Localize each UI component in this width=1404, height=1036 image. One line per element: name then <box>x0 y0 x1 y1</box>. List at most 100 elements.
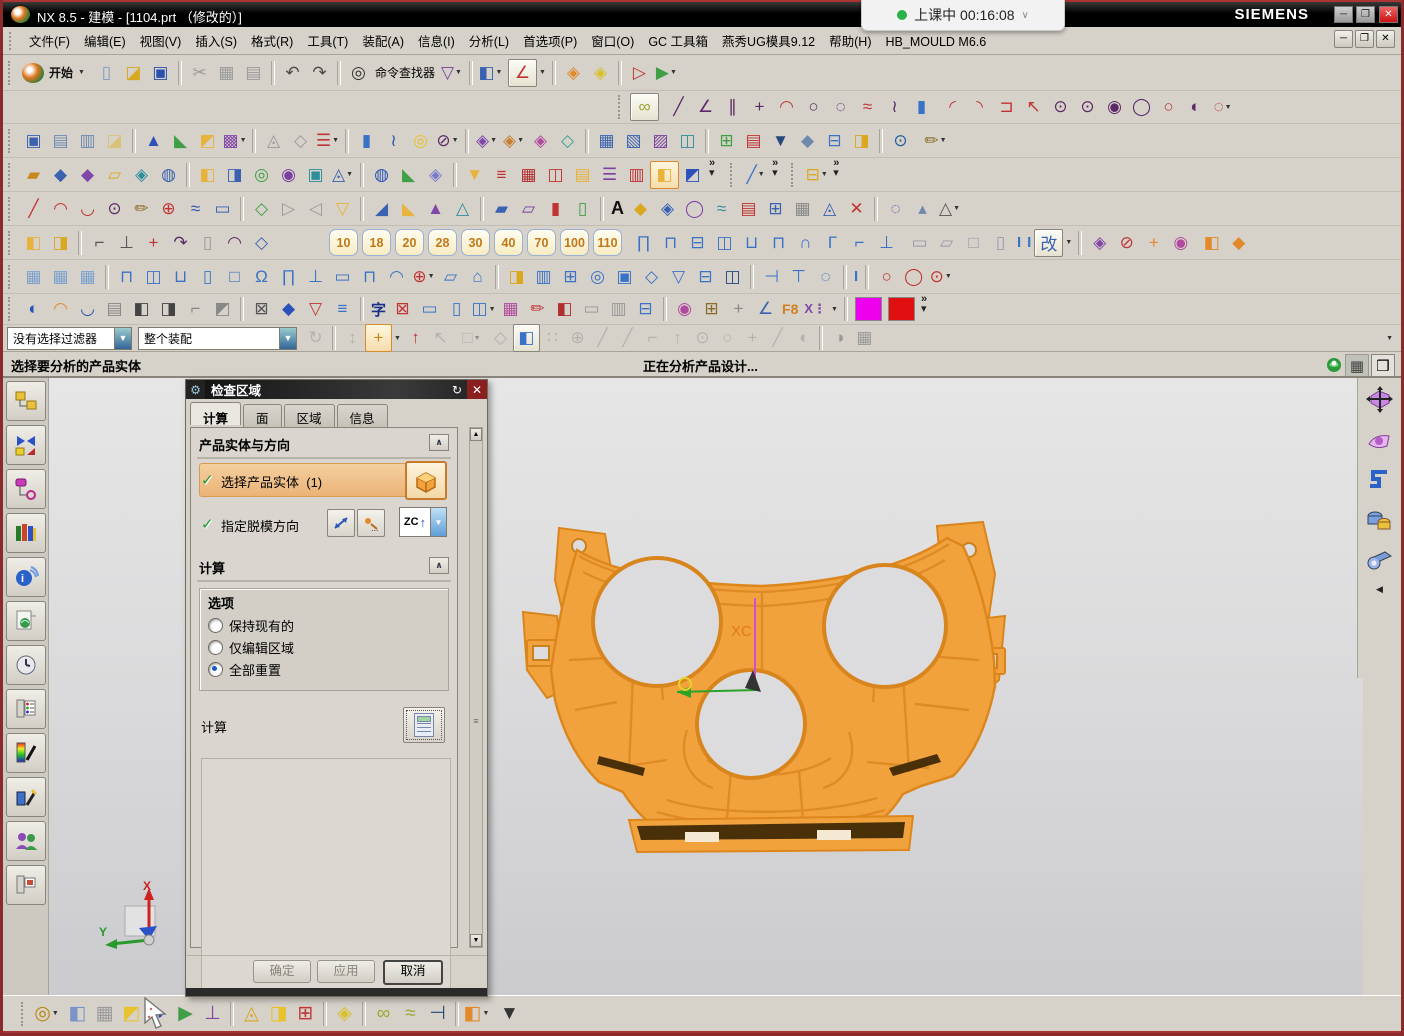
size-button-30[interactable]: 30 <box>461 229 490 256</box>
materials-palette-icon[interactable] <box>6 733 46 773</box>
tool-icon[interactable]: 改 <box>1034 229 1063 257</box>
tool-icon[interactable]: ◪ <box>120 60 147 86</box>
tool-icon[interactable]: ⊞ <box>698 296 725 322</box>
tool-icon[interactable]: ⌐ <box>86 230 113 256</box>
tool-icon[interactable]: ◣ <box>395 162 422 188</box>
close-button[interactable]: ✕ <box>1379 6 1398 23</box>
tool-icon[interactable]: ◫ <box>711 230 738 256</box>
toolbar-drag-grip[interactable] <box>21 1002 28 1026</box>
tool-icon[interactable]: ◫▼ <box>470 296 497 322</box>
tool-icon[interactable]: ◧▼ <box>477 60 504 86</box>
tool-label-X⋮[interactable]: X⋮ <box>801 296 829 322</box>
tool-icon[interactable]: ▯ <box>443 296 470 322</box>
tool-label-F8[interactable]: F8 <box>779 296 801 322</box>
tool-icon[interactable]: ◈ <box>527 128 554 154</box>
tool-icon[interactable]: ⊥ <box>199 1001 226 1027</box>
tool-icon[interactable]: ⊥ <box>873 230 900 256</box>
chevron-down-icon[interactable]: ∨ <box>1022 10 1029 21</box>
tool-icon[interactable]: ◢ <box>368 196 395 222</box>
tool-icon[interactable]: ⊓ <box>657 230 684 256</box>
combo-arrow-icon[interactable]: ▼ <box>114 328 131 349</box>
tool-icon[interactable]: ▽ <box>665 264 692 290</box>
tool-icon[interactable]: ◨ <box>221 162 248 188</box>
radio-option-全部重置[interactable]: 全部重置 <box>208 660 440 679</box>
tool-icon[interactable]: ⊙ <box>1074 94 1101 120</box>
tool-icon[interactable]: ∏ <box>630 230 657 256</box>
tool-icon[interactable]: ▨ <box>647 128 674 154</box>
dropdown-arrow-icon[interactable]: ▼ <box>500 1003 519 1025</box>
tool-icon[interactable]: ◧ <box>194 162 221 188</box>
menu-l[interactable]: 分析(L) <box>462 32 516 52</box>
specify-draft-direction-row[interactable]: ✓ 指定脱模方向 ... ZC↑ ▼ <box>199 507 449 541</box>
calculate-button[interactable] <box>403 707 445 743</box>
selbar-overflow-arrow[interactable]: ▼ <box>1386 335 1393 342</box>
size-button-20[interactable]: 20 <box>395 229 424 256</box>
tool-icon[interactable]: ◌ <box>827 94 854 120</box>
tool-icon[interactable]: ◈▼ <box>473 128 500 154</box>
tool-icon[interactable]: ▽ <box>302 296 329 322</box>
dropdown-arrow-icon[interactable]: ▼ <box>1065 239 1072 246</box>
maximize-button[interactable]: ❐ <box>1356 6 1375 23</box>
tool-icon[interactable]: ▷ <box>275 196 302 222</box>
dialog-title-bar[interactable]: ⚙ 检查区域 ↻ ✕ <box>186 380 487 399</box>
radio-icon[interactable] <box>208 618 223 633</box>
menu-o[interactable]: 窗口(O) <box>584 32 641 52</box>
tool-icon[interactable]: ◩ <box>679 162 706 188</box>
tool-icon[interactable]: ▽ <box>329 196 356 222</box>
mdi-restore-button[interactable]: ❐ <box>1355 30 1374 48</box>
selection-filter-combo[interactable]: 没有选择过滤器 ▼ <box>7 327 132 350</box>
check-region-dialog[interactable]: ⚙ 检查区域 ↻ ✕ 计算面区域信息 产品实体与方向 ∧ ✓ 选择产品实体 (1… <box>185 379 488 997</box>
tool-icon[interactable]: ◎ <box>345 60 372 86</box>
menu-s[interactable]: 插入(S) <box>188 32 244 52</box>
toolbar-drag-grip[interactable] <box>730 163 737 187</box>
toolbar-overflow-icon[interactable]: »▾ <box>709 158 715 178</box>
mdi-minimize-button[interactable]: ─ <box>1334 30 1353 48</box>
tool-icon[interactable]: ◌ <box>882 196 909 222</box>
tool-icon[interactable]: ◧ <box>20 230 47 256</box>
tool-icon[interactable]: ◡ <box>74 296 101 322</box>
tool-icon[interactable]: ◯ <box>681 196 708 222</box>
tool-icon[interactable]: ∠ <box>692 94 719 120</box>
tool-icon[interactable]: ◬ <box>260 128 287 154</box>
tool-icon[interactable]: ◉ <box>275 162 302 188</box>
menu-i[interactable]: 信息(I) <box>411 32 462 52</box>
tool-icon[interactable]: ✏▼ <box>922 128 949 154</box>
tool-icon[interactable]: ▧ <box>620 128 647 154</box>
tool-icon[interactable]: △▼ <box>936 196 963 222</box>
scroll-grip[interactable]: ≡ <box>471 716 481 726</box>
combo-arrow-icon[interactable]: ▼ <box>431 507 447 537</box>
tool-icon[interactable]: ◬ <box>238 1001 265 1027</box>
tool-icon[interactable]: ◫ <box>140 264 167 290</box>
tool-icon[interactable]: ≈ <box>708 196 735 222</box>
tool-icon[interactable]: ◉ <box>671 296 698 322</box>
tool-icon[interactable]: ▮ <box>542 196 569 222</box>
tool-icon[interactable]: ◈ <box>128 162 155 188</box>
tool-icon[interactable]: ◧ <box>1198 230 1225 256</box>
draft-vector-combo[interactable]: ZC↑ ▼ <box>399 507 447 537</box>
tool-icon[interactable]: ▣ <box>302 162 329 188</box>
tool-icon[interactable]: + <box>365 324 392 352</box>
tool-icon[interactable]: ⊕▼ <box>410 264 437 290</box>
scroll-up-icon[interactable]: ▲ <box>470 428 482 441</box>
tool-icon[interactable]: Γ <box>819 230 846 256</box>
tool-icon[interactable]: ◈ <box>422 162 449 188</box>
tool-icon[interactable]: ○ <box>800 94 827 120</box>
tool-icon[interactable]: ╱ <box>665 94 692 120</box>
tool-icon[interactable]: ◧ <box>64 1001 91 1027</box>
dropdown-arrow-icon[interactable]: ▼ <box>831 306 838 313</box>
radio-option-仅编辑区域[interactable]: 仅编辑区域 <box>208 638 440 657</box>
tool-icon[interactable]: ◜ <box>939 94 966 120</box>
tool-icon[interactable]: ≈ <box>397 1001 424 1027</box>
size-button-28[interactable]: 28 <box>428 229 457 256</box>
tool-icon[interactable]: ⊙▼ <box>927 264 954 290</box>
tool-icon[interactable]: ▲ <box>422 196 449 222</box>
tool-icon[interactable]: ▱ <box>101 162 128 188</box>
tool-icon[interactable]: ▦ <box>74 264 101 290</box>
tool-icon[interactable]: ◫ <box>542 162 569 188</box>
tool-icon[interactable]: ◉ <box>1101 94 1128 120</box>
tool-icon[interactable]: + <box>725 296 752 322</box>
tool-label-I[interactable]: I <box>1014 230 1024 256</box>
toolbar-drag-grip[interactable] <box>8 61 15 85</box>
tool-icon[interactable]: ↖ <box>428 325 453 351</box>
menu-a[interactable]: 装配(A) <box>355 32 411 52</box>
